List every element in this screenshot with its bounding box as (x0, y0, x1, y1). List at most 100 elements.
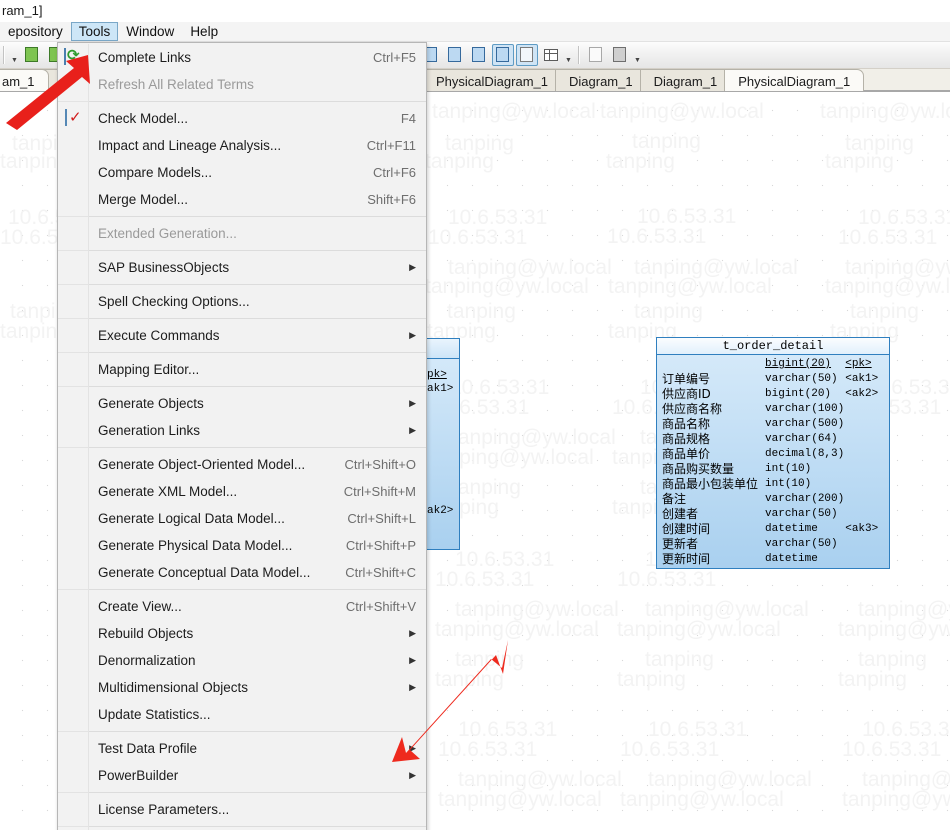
diagram-tab-label: Diagram_1 (569, 74, 633, 89)
menu-item-merge-model[interactable]: Merge Model... Shift+F6 (58, 186, 426, 213)
window-title: ram_1] (0, 0, 950, 22)
table-column-row[interactable]: 商品规格 varchar(64) (657, 432, 889, 447)
table-column-row[interactable]: 更新者 varchar(50) (657, 537, 889, 552)
menu-item-complete-links[interactable]: Complete Links Ctrl+F5 (58, 44, 426, 71)
table-column-row[interactable]: 创建时间 datetime <ak3> (657, 522, 889, 537)
diagram-tab-label: PhysicalDiagram_1 (436, 74, 548, 89)
menu-item-generate-objects[interactable]: Generate Objects ▶ (58, 390, 426, 417)
table-column-row[interactable]: 商品名称 varchar(500) (657, 417, 889, 432)
menu-item-compare-models[interactable]: Compare Models... Ctrl+F6 (58, 159, 426, 186)
menu-separator (58, 589, 426, 590)
column-key-badge: <ak1> (845, 373, 879, 385)
tools-menu[interactable]: Complete Links Ctrl+F5 Refresh All Related… (57, 42, 427, 830)
menu-item-label: SAP BusinessObjects (98, 260, 230, 275)
menu-item-generation-links[interactable]: Generation Links ▶ (58, 417, 426, 444)
tab-remnant-left[interactable]: am_1 (0, 69, 49, 91)
menu-item-license-parameters[interactable]: License Parameters... (58, 796, 426, 823)
diagram-tab[interactable]: PhysicalDiagram_1 (422, 69, 562, 91)
new-model-button[interactable] (21, 44, 43, 66)
toolbar-separator-2 (578, 46, 580, 64)
column-label: 供应商ID (662, 387, 711, 401)
watermark-text: 10.6.53.31 (428, 226, 528, 249)
menu-item-spell-checking-options[interactable]: Spell Checking Options... (58, 288, 426, 315)
menu-item-label: Impact and Lineage Analysis... (98, 138, 282, 153)
table-column-row[interactable]: 商品购买数量 int(10) (657, 462, 889, 477)
menu-item-generate-logical-data-model[interactable]: Generate Logical Data Model... Ctrl+Shift… (58, 505, 426, 532)
menu-item-update-statistics[interactable]: Update Statistics... (58, 701, 426, 728)
menu-item-denormalization[interactable]: Denormalization ▶ (58, 647, 426, 674)
grid-icon (543, 47, 559, 63)
watermark-text: tanping (435, 668, 504, 691)
column-datatype: int(10) (765, 463, 812, 475)
toolbar-overflow-icon[interactable]: ▼ (10, 57, 19, 64)
menu-item-execute-commands[interactable]: Execute Commands ▶ (58, 322, 426, 349)
menu-item-check-model[interactable]: Check Model... F4 (58, 105, 426, 132)
watermark-text: 10.6.53.31 (607, 225, 707, 248)
table-column-row[interactable]: 订单编号 varchar(50) <ak1> (657, 372, 889, 387)
menu-item-generate-xml-model[interactable]: Generate XML Model... Ctrl+Shift+M (58, 478, 426, 505)
menu-item-label: Generate Physical Data Model... (98, 538, 293, 553)
menu-bar: epository Tools Window Help (0, 22, 950, 42)
comment-button[interactable] (516, 44, 538, 66)
menu-item-shortcut: Ctrl+Shift+L (347, 511, 416, 526)
menu-item-multidimensional-objects[interactable]: Multidimensional Objects ▶ (58, 674, 426, 701)
column-label: 商品最小包装单位 (662, 477, 759, 491)
menu-item-mapping-editor[interactable]: Mapping Editor... (58, 356, 426, 383)
menu-item-shortcut: Ctrl+Shift+V (345, 599, 416, 614)
menubar-item-help[interactable]: Help (182, 22, 226, 41)
menu-item-label: Test Data Profile (98, 741, 198, 756)
menu-item-impact-and-lineage-analysis[interactable]: Impact and Lineage Analysis... Ctrl+F11 (58, 132, 426, 159)
print-icon (612, 47, 628, 63)
watermark-text: tanping@yw.local (432, 100, 596, 123)
table-column-row[interactable]: 创建者 varchar(50) (657, 507, 889, 522)
table-column-row[interactable]: 供应商ID bigint(20) <ak2> (657, 387, 889, 402)
diagram-tab[interactable]: Diagram_1 (555, 69, 647, 91)
column-key-badge (845, 537, 889, 552)
diagram-tab[interactable]: Diagram_1 (639, 69, 732, 91)
print-button[interactable] (609, 44, 631, 66)
zoom-button[interactable] (492, 44, 514, 66)
print-preview-button[interactable] (585, 44, 607, 66)
menu-item-generate-physical-data-model[interactable]: Generate Physical Data Model... Ctrl+Shif… (58, 532, 426, 559)
preview-button[interactable] (468, 44, 490, 66)
menu-item-label: PowerBuilder (98, 768, 179, 783)
comment-icon (519, 47, 535, 63)
grid-button[interactable] (540, 44, 562, 66)
toolbar-overflow-icon-2[interactable]: ▼ (564, 57, 573, 64)
menu-item-generate-conceptual-data-model[interactable]: Generate Conceptual Data Model... Ctrl+Sh… (58, 559, 426, 586)
table-shape[interactable]: t_order_detail bigint(20) <pk> 订单编号 varchar(… (656, 337, 890, 569)
menu-item-powerbuilder[interactable]: PowerBuilder ▶ (58, 762, 426, 789)
menu-item-create-view[interactable]: Create View... Ctrl+Shift+V (58, 593, 426, 620)
diagram-tab[interactable]: PhysicalDiagram_1 (724, 69, 865, 91)
table-column-row[interactable]: 商品单价 decimal(8,3) (657, 447, 889, 462)
table-column-row[interactable]: 商品最小包装单位 int(10) (657, 477, 889, 492)
table-column-row[interactable]: bigint(20) <pk> (657, 357, 889, 372)
watermark-text: tanping@yw.local (600, 100, 764, 123)
tab-label-remnant[interactable]: am_1 (0, 69, 49, 91)
watermark-text: tanping@yw.local (438, 788, 602, 811)
column-key-badge (845, 417, 889, 432)
menu-separator (58, 352, 426, 353)
menubar-item-epository[interactable]: epository (0, 22, 71, 41)
menu-item-label: Generation Links (98, 423, 201, 438)
column-datatype: varchar(50) (765, 508, 838, 520)
print-preview-icon (588, 47, 604, 63)
toolbar-overflow-icon-3[interactable]: ▼ (633, 57, 642, 64)
chevron-right-icon: ▶ (409, 743, 416, 753)
menu-item-test-data-profile[interactable]: Test Data Profile ▶ (58, 735, 426, 762)
generate-button[interactable] (444, 44, 466, 66)
watermark-text: tanping (617, 668, 686, 691)
menu-item-label: Spell Checking Options... (98, 294, 250, 309)
table-column-row[interactable]: 备注 varchar(200) (657, 492, 889, 507)
menu-item-generate-object-oriented-model[interactable]: Generate Object-Oriented Model... Ctrl+Sh… (58, 451, 426, 478)
menubar-item-label: Window (126, 24, 175, 39)
menubar-item-label: Help (190, 24, 219, 39)
menu-item-label: Check Model... (98, 111, 189, 126)
table-column-row[interactable]: 供应商名称 varchar(100) (657, 402, 889, 417)
menubar-item-tools[interactable]: Tools (70, 22, 119, 41)
partially-hidden-table[interactable]: pk> ak1> ak2> (424, 338, 460, 550)
menu-item-rebuild-objects[interactable]: Rebuild Objects ▶ (58, 620, 426, 647)
menubar-item-window[interactable]: Window (118, 22, 182, 41)
menu-item-sap-businessobjects[interactable]: SAP BusinessObjects ▶ (58, 254, 426, 281)
table-column-row[interactable]: 更新时间 datetime (657, 552, 889, 567)
